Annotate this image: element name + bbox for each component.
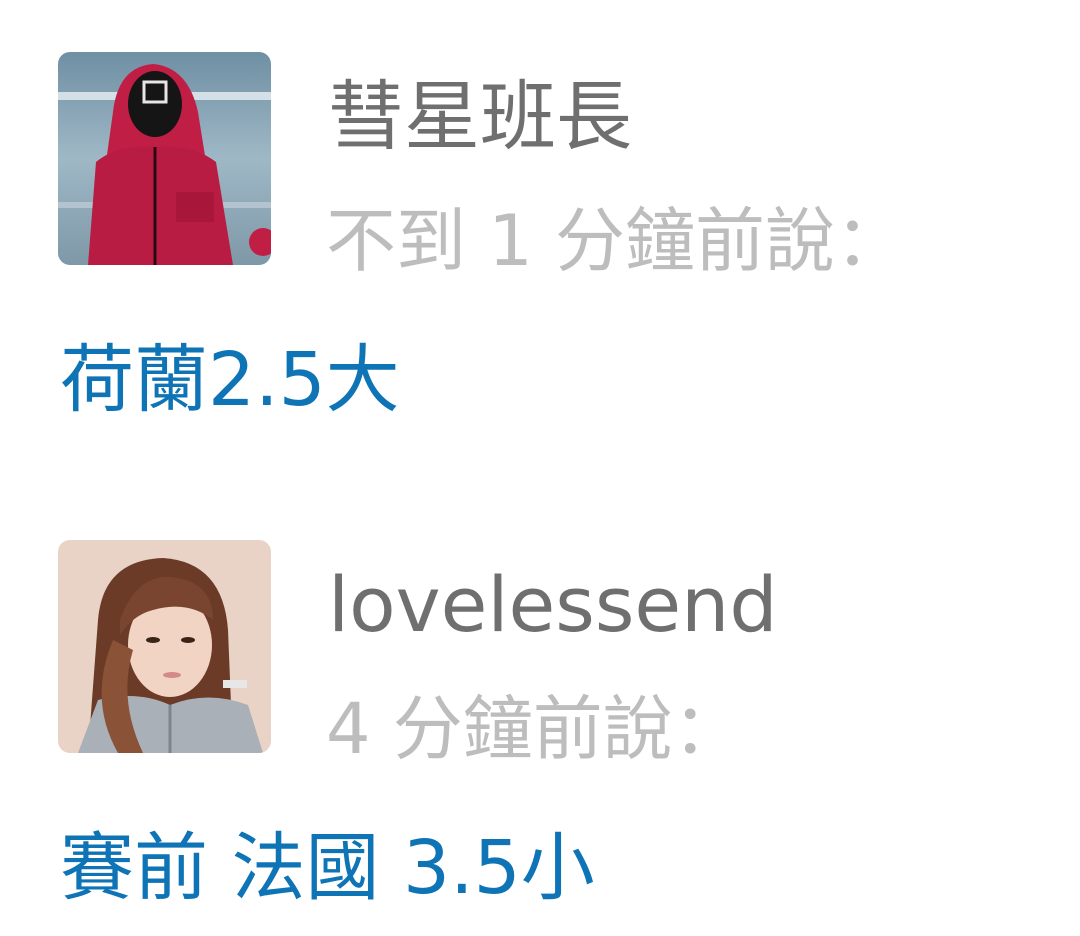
- comment-text: 賽前 法國 3.5小: [60, 825, 595, 911]
- username[interactable]: 彗星班長: [328, 72, 632, 162]
- user-photo-avatar-icon: [58, 540, 271, 753]
- avatar[interactable]: [58, 52, 271, 265]
- comment-text: 荷蘭2.5大: [60, 337, 400, 423]
- username[interactable]: lovelessend: [328, 560, 778, 650]
- comment-feed: 彗星班長 不到 1 分鐘前說： 荷蘭2.5大 lovelessend 4 分鐘前…: [0, 0, 1080, 936]
- avatar[interactable]: [58, 540, 271, 753]
- masked-guard-avatar-icon: [58, 52, 271, 265]
- timestamp: 4 分鐘前說：: [326, 688, 743, 770]
- timestamp: 不到 1 分鐘前說：: [326, 200, 906, 282]
